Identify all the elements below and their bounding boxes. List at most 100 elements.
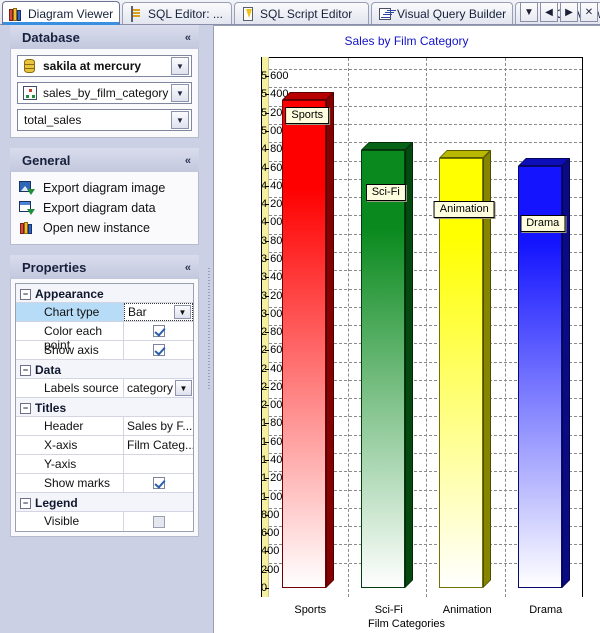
property-value[interactable]: Bar ▼	[124, 303, 193, 321]
property-value[interactable]	[124, 455, 193, 473]
expander-icon[interactable]: −	[20, 498, 31, 509]
bar-side-face	[326, 92, 334, 588]
y-axis-tick-mark	[265, 533, 269, 534]
y-axis-tick-mark	[265, 94, 269, 95]
property-row-show-marks[interactable]: Show marks	[16, 474, 193, 493]
property-row-header[interactable]: HeaderSales by F...	[16, 417, 193, 436]
general-group-header[interactable]: General «	[10, 148, 199, 172]
chevron-down-icon[interactable]: ▼	[174, 305, 191, 319]
y-axis-tick-mark	[265, 168, 269, 169]
bar-sci-fi[interactable]	[361, 150, 405, 588]
chart-panel: Sales by Film Category 02004006008001 00…	[213, 25, 600, 633]
tab-label: Diagram Viewer	[28, 7, 113, 21]
tab-scroll-left[interactable]: ◀	[540, 2, 558, 22]
category-label: Legend	[35, 494, 78, 510]
property-value[interactable]	[124, 341, 193, 359]
general-group-title: General	[22, 153, 70, 168]
property-category-titles[interactable]: −Titles	[16, 398, 193, 417]
tab-sql-editor[interactable]: SQL Editor: ...	[122, 2, 232, 24]
tab-label: SQL Script Editor	[260, 7, 352, 21]
property-row-visible[interactable]: Visible	[16, 512, 193, 531]
tab-diagram-viewer[interactable]: Diagram Viewer	[2, 1, 120, 25]
property-value-text: Bar	[128, 305, 147, 319]
expander-icon[interactable]: −	[20, 365, 31, 376]
tab-visual-query-builder[interactable]: Visual Query Builder	[371, 2, 513, 24]
property-value[interactable]	[124, 322, 193, 340]
chevron-down-icon[interactable]: ▼	[171, 84, 189, 102]
property-row-color-each-point[interactable]: Color each point	[16, 322, 193, 341]
chevron-up-icon[interactable]: «	[185, 155, 191, 167]
property-name: Show marks	[16, 474, 124, 492]
properties-group-header[interactable]: Properties «	[10, 255, 199, 279]
property-row-show-axis[interactable]: Show axis	[16, 341, 193, 360]
property-category-data[interactable]: −Data	[16, 360, 193, 379]
database-cylinder-icon	[21, 58, 39, 74]
y-axis-tick-mark	[265, 113, 269, 114]
plot-area: 02004006008001 0001 2001 4001 6001 8002 …	[261, 57, 583, 597]
property-value[interactable]: Sales by F...	[124, 417, 193, 435]
property-value[interactable]: category▼	[124, 379, 193, 397]
field-combo[interactable]: total_sales ▼	[17, 109, 192, 131]
database-group-header[interactable]: Database «	[10, 25, 199, 49]
document-icon	[129, 7, 144, 21]
chevron-down-icon[interactable]: ▼	[171, 57, 189, 75]
y-axis-tick-mark	[265, 314, 269, 315]
property-value[interactable]	[124, 512, 193, 531]
properties-group-body: −AppearanceChart type Bar ▼ Color each poin…	[10, 279, 199, 537]
action-export-diagram-data[interactable]: Export diagram data	[17, 198, 192, 218]
property-name: Header	[16, 417, 124, 435]
checkbox-show-axis[interactable]	[153, 344, 165, 356]
y-axis-tick-mark	[265, 405, 269, 406]
y-axis-tick-mark	[265, 241, 269, 242]
properties-group: Properties « −AppearanceChart type Bar ▼ Co…	[10, 255, 199, 537]
property-row-y-axis[interactable]: Y-axis	[16, 455, 193, 474]
books-icon	[19, 220, 36, 235]
tab-scroll-right[interactable]: ▶	[560, 2, 578, 22]
diagram-viewer-window: Diagram Viewer SQL Editor: ... SQL Script …	[0, 0, 600, 633]
table-combo[interactable]: sales_by_film_category ▼	[17, 82, 192, 104]
bar-face	[282, 100, 326, 588]
line-graph-icon	[378, 7, 393, 21]
category-label: Data	[35, 361, 61, 377]
general-group-body: Export diagram image Export diagram data O…	[10, 172, 199, 245]
property-row-labels-source[interactable]: Labels sourcecategory▼	[16, 379, 193, 398]
tab-label: Visual Query Builder	[397, 7, 506, 21]
table-value: sales_by_film_category	[39, 86, 171, 100]
property-category-legend[interactable]: −Legend	[16, 493, 193, 512]
chevron-up-icon[interactable]: «	[185, 32, 191, 44]
expander-icon[interactable]: −	[20, 403, 31, 414]
y-axis-tick-mark	[265, 497, 269, 498]
bar-sports[interactable]	[282, 100, 326, 588]
x-axis-tick-label: Sports	[294, 604, 326, 616]
tab-sql-script-editor[interactable]: SQL Script Editor	[234, 2, 369, 24]
bar-animation[interactable]	[439, 158, 483, 588]
chevron-down-icon[interactable]: ▼	[171, 111, 189, 129]
y-axis-tick-mark	[265, 332, 269, 333]
connection-combo[interactable]: sakila at mercury ▼	[17, 55, 192, 77]
property-value[interactable]	[124, 474, 193, 492]
checkbox-visible[interactable]	[153, 516, 165, 528]
chevron-down-icon[interactable]: ▼	[175, 380, 192, 396]
table-icon	[21, 85, 39, 101]
property-row-x-axis[interactable]: X-axisFilm Categ...	[16, 436, 193, 455]
tab-close[interactable]: ✕	[580, 2, 598, 22]
y-axis-tick-mark	[265, 478, 269, 479]
property-category-appearance[interactable]: −Appearance	[16, 284, 193, 303]
expander-icon[interactable]: −	[20, 289, 31, 300]
property-value[interactable]: Film Categ...	[124, 436, 193, 454]
data-mark-drama: Drama	[520, 215, 565, 232]
general-group: General « Export diagram imageExport dia…	[10, 148, 199, 245]
panel-splitter[interactable]	[205, 25, 213, 633]
y-axis-tick-mark	[265, 423, 269, 424]
checkbox-color-each-point[interactable]	[153, 325, 165, 337]
action-open-new-instance[interactable]: Open new instance	[17, 218, 192, 238]
property-row-chart-type[interactable]: Chart type Bar ▼	[16, 303, 193, 322]
property-name: Chart type	[16, 303, 124, 321]
action-label: Export diagram data	[43, 201, 156, 215]
checkbox-show-marks[interactable]	[153, 477, 165, 489]
chevron-up-icon[interactable]: «	[185, 262, 191, 274]
books-icon	[9, 7, 24, 21]
action-export-diagram-image[interactable]: Export diagram image	[17, 178, 192, 198]
tab-list-dropdown[interactable]: ▼	[520, 2, 538, 22]
y-axis-tick-mark	[265, 131, 269, 132]
